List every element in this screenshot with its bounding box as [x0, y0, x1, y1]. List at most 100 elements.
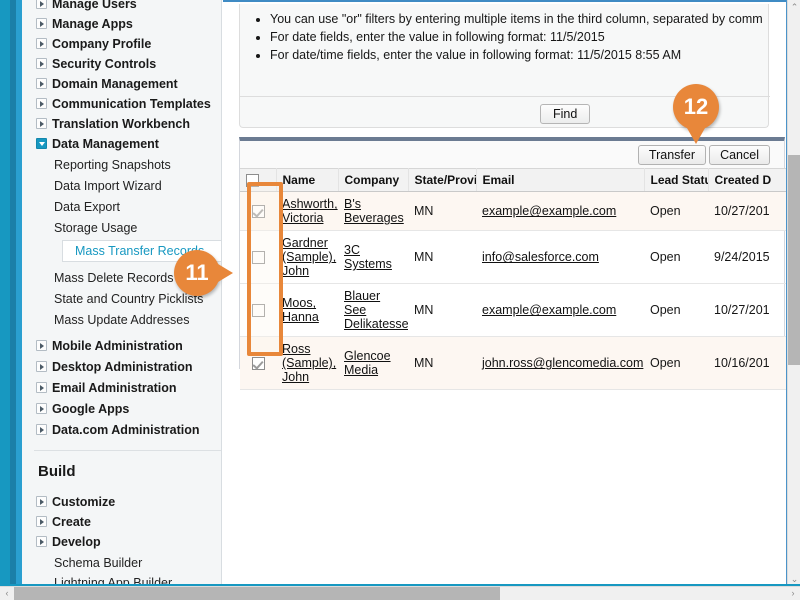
- sidebar-divider: [34, 450, 221, 451]
- sidebar-item-company-profile[interactable]: Company Profile: [22, 34, 221, 54]
- row-select-cell[interactable]: [240, 230, 276, 285]
- lead-name-cell[interactable]: Ashworth, Victoria: [276, 191, 338, 232]
- sidebar-item-security-controls[interactable]: Security Controls: [22, 54, 221, 74]
- email-cell[interactable]: info@salesforce.com: [476, 230, 644, 285]
- lead-name-link[interactable]: Ross (Sample), John: [282, 342, 336, 384]
- email-link[interactable]: info@salesforce.com: [482, 250, 599, 264]
- email-cell[interactable]: example@example.com: [476, 191, 644, 232]
- left-rail-outer: [0, 0, 10, 586]
- column-header-state-province[interactable]: State/Province: [408, 167, 477, 193]
- table-row[interactable]: Ashworth, Victoria B's Beverages MN example…: [240, 191, 786, 232]
- sidebar-item-communication-templates[interactable]: Communication Templates: [22, 94, 221, 114]
- sidebar-item-label: Schema Builder: [54, 556, 143, 570]
- chevron-right-icon[interactable]: [36, 536, 47, 547]
- find-button[interactable]: Find: [540, 104, 591, 124]
- vertical-scroll-thumb[interactable]: [788, 155, 800, 365]
- email-cell[interactable]: john.ross@glencomedia.com: [476, 336, 644, 391]
- table-row[interactable]: Ross (Sample), John Glencoe Media MN john.r…: [240, 336, 786, 391]
- chevron-right-icon[interactable]: [36, 0, 47, 9]
- sidebar-item-desktop-administration[interactable]: Desktop Administration: [22, 357, 221, 377]
- sidebar-item-customize[interactable]: Customize: [22, 492, 221, 512]
- row-checkbox[interactable]: [251, 357, 265, 371]
- row-checkbox[interactable]: [251, 251, 265, 265]
- created-date-cell: 9/24/2015: [708, 230, 786, 285]
- table-row[interactable]: Gardner (Sample), John 3C Systems MN info@s…: [240, 230, 786, 285]
- sidebar-item-storage-usage[interactable]: Storage Usage: [22, 218, 221, 238]
- sidebar-item-create[interactable]: Create: [22, 512, 221, 532]
- lead-name-cell[interactable]: Moos, Hanna: [276, 283, 338, 338]
- chevron-right-icon[interactable]: [36, 424, 47, 435]
- column-header-email[interactable]: Email: [476, 167, 645, 193]
- email-link[interactable]: example@example.com: [482, 204, 616, 218]
- lead-name-link[interactable]: Gardner (Sample), John: [282, 236, 336, 278]
- company-link[interactable]: 3C Systems: [344, 243, 392, 271]
- chevron-right-icon[interactable]: [36, 496, 47, 507]
- scroll-right-icon[interactable]: ›: [786, 587, 800, 600]
- lead-status-cell: Open: [644, 230, 708, 285]
- sidebar-item-google-apps[interactable]: Google Apps: [22, 399, 221, 419]
- sidebar-item-manage-users[interactable]: Manage Users: [22, 0, 221, 14]
- row-checkbox[interactable]: [251, 304, 265, 318]
- sidebar-item-data-export[interactable]: Data Export: [22, 197, 221, 217]
- email-cell[interactable]: example@example.com: [476, 283, 644, 338]
- company-link[interactable]: B's Beverages: [344, 197, 404, 225]
- chevron-right-icon[interactable]: [36, 58, 47, 69]
- sidebar-item-label: Communication Templates: [52, 97, 211, 111]
- horizontal-scrollbar[interactable]: ‹ ›: [0, 586, 800, 600]
- company-cell[interactable]: Glencoe Media: [338, 336, 408, 391]
- company-link[interactable]: Blauer See Delikatessen: [344, 289, 408, 331]
- sidebar-item-data-management[interactable]: Data Management: [22, 134, 221, 154]
- company-cell[interactable]: Blauer See Delikatessen: [338, 283, 408, 338]
- transfer-button[interactable]: Transfer: [637, 145, 706, 165]
- select-all-header[interactable]: [240, 167, 277, 193]
- row-select-cell[interactable]: [240, 336, 276, 391]
- sidebar-item-mobile-administration[interactable]: Mobile Administration: [22, 336, 221, 356]
- lead-name-link[interactable]: Moos, Hanna: [282, 296, 319, 324]
- sidebar-item-manage-apps[interactable]: Manage Apps: [22, 14, 221, 34]
- company-cell[interactable]: 3C Systems: [338, 230, 408, 285]
- sidebar-item-schema-builder[interactable]: Schema Builder: [22, 553, 221, 573]
- column-header-name[interactable]: Name: [276, 167, 339, 193]
- chevron-right-icon[interactable]: [36, 340, 47, 351]
- email-link[interactable]: example@example.com: [482, 303, 616, 317]
- scroll-up-icon[interactable]: ⌃: [788, 0, 800, 14]
- sidebar-item-label: Storage Usage: [54, 221, 138, 235]
- chevron-right-icon[interactable]: [36, 18, 47, 29]
- column-header-lead-status[interactable]: Lead Status: [644, 167, 709, 193]
- table-row[interactable]: Moos, Hanna Blauer See DelikatessenMN exam…: [240, 283, 786, 338]
- row-select-cell[interactable]: [240, 283, 276, 338]
- vertical-scrollbar[interactable]: ⌃ ⌄: [787, 0, 800, 586]
- chevron-right-icon[interactable]: [36, 98, 47, 109]
- chevron-down-icon[interactable]: [36, 138, 47, 149]
- chevron-right-icon[interactable]: [36, 403, 47, 414]
- sidebar-item-email-administration[interactable]: Email Administration: [22, 378, 221, 398]
- row-select-cell[interactable]: [240, 191, 276, 232]
- lead-name-cell[interactable]: Gardner (Sample), John: [276, 230, 338, 285]
- sidebar-item-data-import-wizard[interactable]: Data Import Wizard: [22, 176, 221, 196]
- sidebar-item-domain-management[interactable]: Domain Management: [22, 74, 221, 94]
- cancel-button[interactable]: Cancel: [709, 145, 770, 165]
- sidebar-item-develop[interactable]: Develop: [22, 532, 221, 552]
- company-link[interactable]: Glencoe Media: [344, 349, 391, 377]
- chevron-right-icon[interactable]: [36, 382, 47, 393]
- chevron-right-icon[interactable]: [36, 78, 47, 89]
- chevron-right-icon[interactable]: [36, 118, 47, 129]
- chevron-right-icon[interactable]: [36, 516, 47, 527]
- horizontal-scroll-thumb[interactable]: [14, 587, 500, 600]
- sidebar-item-mass-update-addresses[interactable]: Mass Update Addresses: [22, 310, 221, 330]
- company-cell[interactable]: B's Beverages: [338, 191, 408, 232]
- column-header-company[interactable]: Company: [338, 167, 409, 193]
- sidebar-item-data-com-administration[interactable]: Data.com Administration: [22, 420, 221, 440]
- column-header-created-d[interactable]: Created D: [708, 167, 787, 193]
- select-all-checkbox[interactable]: [246, 174, 259, 188]
- sidebar-item-translation-workbench[interactable]: Translation Workbench: [22, 114, 221, 134]
- scroll-left-icon[interactable]: ‹: [0, 587, 14, 600]
- email-link[interactable]: john.ross@glencomedia.com: [482, 356, 643, 370]
- row-checkbox[interactable]: [251, 205, 265, 219]
- lead-name-link[interactable]: Ashworth, Victoria: [282, 197, 338, 225]
- state-province-cell: MN: [408, 230, 476, 285]
- lead-name-cell[interactable]: Ross (Sample), John: [276, 336, 338, 391]
- chevron-right-icon[interactable]: [36, 361, 47, 372]
- sidebar-item-reporting-snapshots[interactable]: Reporting Snapshots: [22, 155, 221, 175]
- chevron-right-icon[interactable]: [36, 38, 47, 49]
